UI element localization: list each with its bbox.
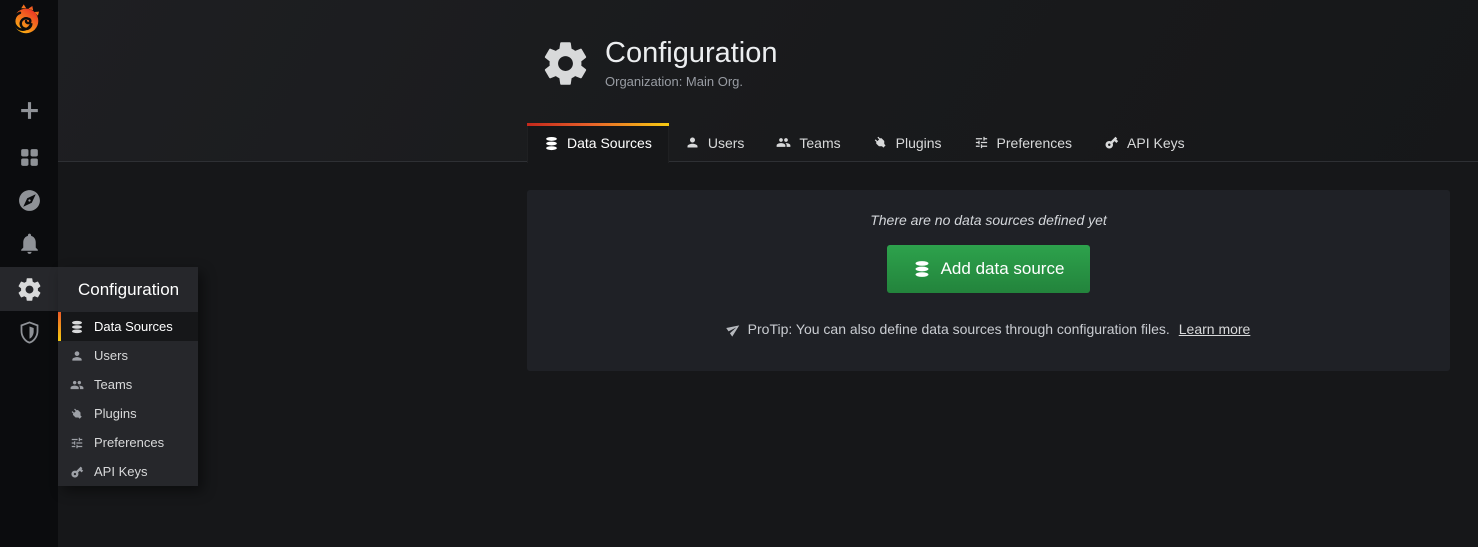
database-icon	[70, 320, 84, 334]
plug-icon	[70, 407, 84, 421]
flyout-item-label: Preferences	[94, 435, 164, 450]
tab-label: Plugins	[896, 135, 942, 151]
sidebar-item-server-admin[interactable]	[0, 318, 58, 346]
shield-icon	[17, 320, 42, 345]
tab-label: Teams	[799, 135, 840, 151]
tab-label: Data Sources	[567, 135, 652, 151]
tab-label: Users	[708, 135, 745, 151]
sidebar-item-explore[interactable]	[0, 186, 58, 214]
grafana-logo-icon[interactable]	[9, 3, 43, 37]
empty-state-message: There are no data sources defined yet	[527, 190, 1450, 228]
tab-bar: Data Sources Users Teams Plugins Prefere…	[527, 123, 1201, 163]
users-icon	[776, 135, 791, 150]
tab-label: Preferences	[997, 135, 1072, 151]
sidebar-item-alerting[interactable]	[0, 229, 58, 257]
tab-users[interactable]: Users	[669, 123, 761, 162]
sidebar-item-create[interactable]	[0, 96, 58, 124]
page-title: Configuration	[605, 38, 778, 70]
add-data-source-button[interactable]: Add data source	[887, 245, 1091, 293]
flyout-item-api-keys[interactable]: API Keys	[58, 457, 198, 486]
protip-row: ProTip: You can also define data sources…	[527, 321, 1450, 337]
data-sources-panel: There are no data sources defined yet Ad…	[527, 190, 1450, 371]
flyout-item-preferences[interactable]: Preferences	[58, 428, 198, 457]
learn-more-link[interactable]: Learn more	[1179, 321, 1251, 337]
tab-label: API Keys	[1127, 135, 1185, 151]
flyout-item-users[interactable]: Users	[58, 341, 198, 370]
add-data-source-label: Add data source	[941, 259, 1065, 279]
tab-preferences[interactable]: Preferences	[958, 123, 1088, 162]
gear-icon	[16, 276, 43, 303]
gear-icon	[540, 38, 591, 89]
plus-icon	[17, 98, 42, 123]
database-icon	[913, 260, 931, 278]
tab-teams[interactable]: Teams	[760, 123, 856, 162]
tab-api-keys[interactable]: API Keys	[1088, 123, 1201, 162]
sidebar	[0, 0, 58, 547]
user-icon	[685, 135, 700, 150]
sliders-icon	[974, 135, 989, 150]
flyout-item-data-sources[interactable]: Data Sources	[58, 312, 198, 341]
flyout-title: Configuration	[58, 267, 198, 312]
configuration-flyout-menu: Configuration Data Sources Users Teams P…	[58, 267, 198, 486]
page-subtitle: Organization: Main Org.	[605, 74, 778, 89]
compass-icon	[17, 188, 42, 213]
bell-icon	[17, 231, 42, 256]
key-icon	[70, 465, 84, 479]
key-icon	[1104, 135, 1119, 150]
sliders-icon	[70, 436, 84, 450]
sidebar-item-dashboards[interactable]	[0, 143, 58, 171]
tab-data-sources[interactable]: Data Sources	[527, 123, 669, 163]
user-icon	[70, 349, 84, 363]
flyout-item-label: Users	[94, 348, 128, 363]
tab-plugins[interactable]: Plugins	[857, 123, 958, 162]
users-icon	[70, 378, 84, 392]
rocket-icon	[724, 319, 743, 338]
flyout-item-label: Data Sources	[94, 319, 173, 334]
flyout-item-plugins[interactable]: Plugins	[58, 399, 198, 428]
protip-text: ProTip: You can also define data sources…	[748, 321, 1170, 337]
sidebar-item-configuration[interactable]	[0, 267, 58, 311]
flyout-item-teams[interactable]: Teams	[58, 370, 198, 399]
plug-icon	[873, 135, 888, 150]
flyout-item-label: Teams	[94, 377, 132, 392]
database-icon	[544, 136, 559, 151]
flyout-item-label: Plugins	[94, 406, 137, 421]
page-title-block: Configuration Organization: Main Org.	[540, 38, 778, 89]
main-content: Configuration Organization: Main Org. Da…	[58, 0, 1478, 547]
apps-icon	[17, 145, 42, 170]
flyout-item-label: API Keys	[94, 464, 147, 479]
